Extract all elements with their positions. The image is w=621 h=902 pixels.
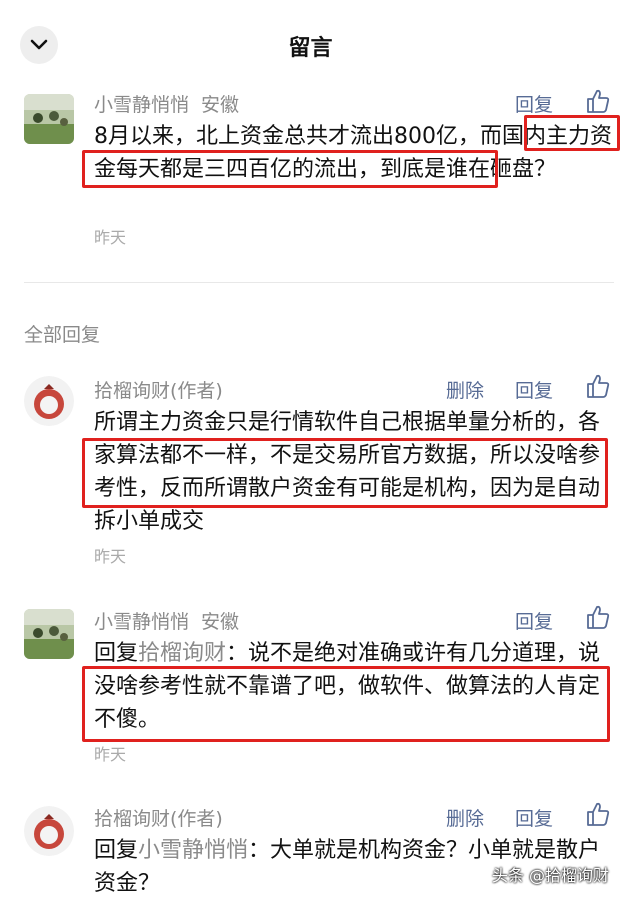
reply-time: 昨天 <box>94 745 127 764</box>
watermark: 头条 @拾榴询财 <box>491 866 609 885</box>
avatar[interactable] <box>24 94 74 144</box>
avatar[interactable] <box>24 806 74 856</box>
author-name: 小雪静悄悄 <box>94 94 190 116</box>
reply-target[interactable]: 拾榴询财 <box>138 641 226 666</box>
like-button[interactable] <box>586 604 610 630</box>
like-button[interactable] <box>586 373 610 399</box>
thumbs-up-icon <box>587 802 610 826</box>
author-name: 小雪静悄悄 <box>94 611 190 633</box>
section-label: 全部回复 <box>24 324 101 346</box>
reply-prefix: 回复 <box>94 641 139 666</box>
reply-button[interactable]: 回复 <box>515 90 553 117</box>
like-button[interactable] <box>586 88 610 114</box>
reply-author: 拾榴询财(作者) <box>94 380 223 402</box>
comment-time: 昨天 <box>94 228 127 247</box>
highlight-box <box>524 115 620 151</box>
avatar-image <box>24 609 74 659</box>
reply-target[interactable]: 小雪静悄悄 <box>138 838 248 863</box>
thumbs-up-icon <box>587 89 610 113</box>
thumbs-up-icon <box>587 605 610 629</box>
highlight-box <box>82 438 608 508</box>
reply-author: 拾榴询财(作者) <box>94 808 223 830</box>
author-location: 安徽 <box>201 94 240 116</box>
divider <box>24 282 614 283</box>
reply-button[interactable]: 回复 <box>515 804 553 831</box>
like-button[interactable] <box>586 801 610 827</box>
highlight-box <box>82 150 498 188</box>
reply-button[interactable]: 回复 <box>515 376 553 403</box>
delete-button[interactable]: 删除 <box>446 804 484 831</box>
pomegranate-avatar-icon <box>24 806 74 856</box>
avatar-image <box>24 94 74 144</box>
pomegranate-avatar-icon <box>24 376 74 426</box>
reply-author: 小雪静悄悄 安徽 <box>94 607 239 634</box>
header: 留言 <box>0 0 621 88</box>
avatar[interactable] <box>24 376 74 426</box>
delete-button[interactable]: 删除 <box>446 376 484 403</box>
comment-author: 小雪静悄悄 安徽 <box>94 90 239 117</box>
thumbs-up-icon <box>587 374 610 398</box>
page-title: 留言 <box>288 36 333 61</box>
reply-time: 昨天 <box>94 547 127 566</box>
author-location: 安徽 <box>201 611 240 633</box>
avatar[interactable] <box>24 609 74 659</box>
highlight-box <box>82 666 610 742</box>
reply-button[interactable]: 回复 <box>515 607 553 634</box>
reply-prefix: 回复 <box>94 838 139 863</box>
